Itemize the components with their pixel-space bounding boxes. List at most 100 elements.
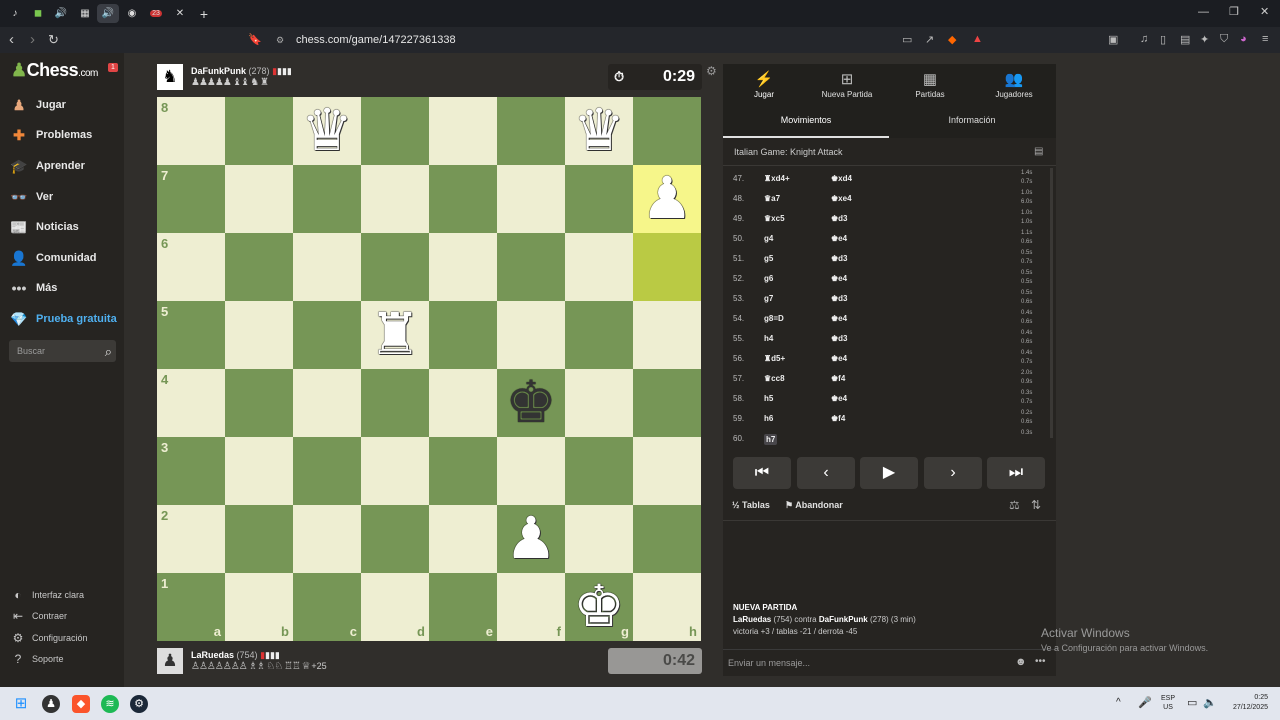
share-icon[interactable]: ↗: [925, 33, 934, 46]
square-c1[interactable]: c: [293, 573, 361, 641]
square-b2[interactable]: [225, 505, 293, 573]
square-h6[interactable]: [633, 233, 701, 301]
chess-board[interactable]: 8 7 6 5 4 3 2 1 a b c d e f g h ♛ ♛ ♟ ♜ ♚ ♟ ♚: [157, 97, 701, 641]
square-g3[interactable]: [565, 437, 633, 505]
white-move[interactable]: h4: [764, 334, 773, 343]
square-a5[interactable]: 5: [157, 301, 225, 369]
white-move[interactable]: h5: [764, 394, 773, 403]
sidebar-item-problemas[interactable]: ✚ Problemas: [9, 124, 92, 146]
subtab-informacion[interactable]: Información: [889, 108, 1055, 138]
tab-chrome[interactable]: ◉: [121, 4, 143, 23]
microphone-icon[interactable]: 🎤: [1138, 696, 1152, 709]
square-e6[interactable]: [429, 233, 497, 301]
square-d2[interactable]: [361, 505, 429, 573]
tab-nueva-partida[interactable]: ⊞ Nueva Partida: [806, 70, 888, 99]
white-move[interactable]: ♜xd4+: [764, 174, 790, 183]
square-f7[interactable]: [497, 165, 565, 233]
music-icon[interactable]: ♫: [1140, 33, 1148, 45]
white-move[interactable]: h6: [764, 414, 773, 423]
square-c4[interactable]: [293, 369, 361, 437]
square-g4[interactable]: [565, 369, 633, 437]
square-c7[interactable]: [293, 165, 361, 233]
book-icon[interactable]: ▤: [1034, 146, 1043, 157]
sidebar-item-mas[interactable]: ••• Más: [9, 277, 58, 299]
spotify-icon[interactable]: ≋: [101, 695, 119, 713]
resign-button[interactable]: ⚑ Abandonar: [785, 500, 843, 511]
black-king-f4[interactable]: ♚: [497, 369, 565, 437]
square-b8[interactable]: [225, 97, 293, 165]
sidebar-bottom-soporte[interactable]: ? Soporte: [11, 652, 64, 666]
sidebar-item-jugar[interactable]: ♟ Jugar: [9, 94, 66, 116]
new-tab-button[interactable]: +: [193, 4, 215, 23]
tray-overflow-icon[interactable]: ^: [1116, 697, 1121, 708]
black-move[interactable]: ♚e4: [831, 314, 847, 323]
black-move[interactable]: ♚e4: [831, 234, 847, 243]
rewards-icon[interactable]: ▲: [972, 33, 983, 45]
sidebar-bottom-configuracion[interactable]: ⚙ Configuración: [11, 631, 88, 645]
square-a4[interactable]: 4: [157, 369, 225, 437]
tab-partidas[interactable]: ▦ Partidas: [889, 70, 971, 99]
square-g6[interactable]: [565, 233, 633, 301]
square-d7[interactable]: [361, 165, 429, 233]
black-move[interactable]: ♚d3: [831, 334, 848, 343]
wallet-icon[interactable]: ▤: [1180, 33, 1190, 46]
notification-badge[interactable]: 1: [108, 63, 118, 72]
subtab-movimientos[interactable]: Movimientos: [723, 108, 889, 138]
black-move[interactable]: ♚e4: [831, 394, 847, 403]
new-game-player2[interactable]: DaFunkPunk: [819, 615, 868, 624]
square-h5[interactable]: [633, 301, 701, 369]
white-queen-g8[interactable]: ♛: [565, 97, 633, 165]
sidebar-bottom-contraer[interactable]: ⇤ Contraer: [11, 609, 67, 623]
square-f6[interactable]: [497, 233, 565, 301]
sidebar-bottom-interfaz[interactable]: ◐ Interfaz clara: [11, 588, 84, 602]
draw-button[interactable]: ½ Tablas: [732, 500, 770, 510]
first-move-button[interactable]: ⏮: [733, 457, 791, 489]
play-button[interactable]: ▶: [860, 457, 918, 489]
sidebar-item-noticias[interactable]: 📰 Noticias: [9, 216, 79, 238]
prev-move-button[interactable]: ‹: [797, 457, 855, 489]
square-h4[interactable]: [633, 369, 701, 437]
board-settings-icon[interactable]: ⚙: [706, 64, 717, 78]
next-move-button[interactable]: ›: [924, 457, 982, 489]
chess-logo[interactable]: ♟Chess.com: [11, 60, 98, 81]
bottom-player-avatar[interactable]: ♟: [157, 648, 183, 674]
square-b6[interactable]: [225, 233, 293, 301]
square-e1[interactable]: e: [429, 573, 497, 641]
square-f1[interactable]: f: [497, 573, 565, 641]
white-move[interactable]: ♜d5+: [764, 354, 785, 363]
tab-badge[interactable]: 23: [145, 4, 167, 23]
brave-icon[interactable]: ◆: [72, 695, 90, 713]
tab-muted[interactable]: ✕: [169, 4, 191, 23]
square-c3[interactable]: [293, 437, 361, 505]
black-move[interactable]: ♚f4: [831, 374, 845, 383]
square-g7[interactable]: [565, 165, 633, 233]
white-move[interactable]: h7: [764, 434, 778, 445]
square-f3[interactable]: [497, 437, 565, 505]
white-move[interactable]: ♛xc5: [764, 214, 785, 223]
black-move[interactable]: ♚d3: [831, 294, 848, 303]
white-move[interactable]: g4: [764, 234, 773, 243]
reload-icon[interactable]: ↻: [48, 31, 59, 48]
square-h1[interactable]: h: [633, 573, 701, 641]
vpn-icon[interactable]: ⛉: [1220, 33, 1228, 46]
square-a2[interactable]: 2: [157, 505, 225, 573]
white-rook-d5[interactable]: ♜: [361, 301, 429, 369]
clock-tray[interactable]: 0:25 27/12/2025: [1222, 693, 1268, 713]
square-e3[interactable]: [429, 437, 497, 505]
white-move[interactable]: g7: [764, 294, 773, 303]
square-d6[interactable]: [361, 233, 429, 301]
menu-icon[interactable]: ≡: [1262, 33, 1268, 45]
black-move[interactable]: ♚xe4: [831, 194, 852, 203]
profile-icon[interactable]: ◕: [1240, 33, 1247, 45]
square-a3[interactable]: 3: [157, 437, 225, 505]
black-move[interactable]: ♚e4: [831, 354, 847, 363]
tab-jugadores[interactable]: 👥 Jugadores: [973, 70, 1055, 99]
maximize-icon[interactable]: ❐: [1229, 5, 1239, 18]
site-info-icon[interactable]: ⚙: [276, 31, 284, 50]
square-b3[interactable]: [225, 437, 293, 505]
square-d3[interactable]: [361, 437, 429, 505]
square-b7[interactable]: [225, 165, 293, 233]
message-input[interactable]: Enviar un mensaje... ☻ •••: [723, 649, 1056, 674]
black-move[interactable]: ♚d3: [831, 214, 848, 223]
square-d1[interactable]: d: [361, 573, 429, 641]
